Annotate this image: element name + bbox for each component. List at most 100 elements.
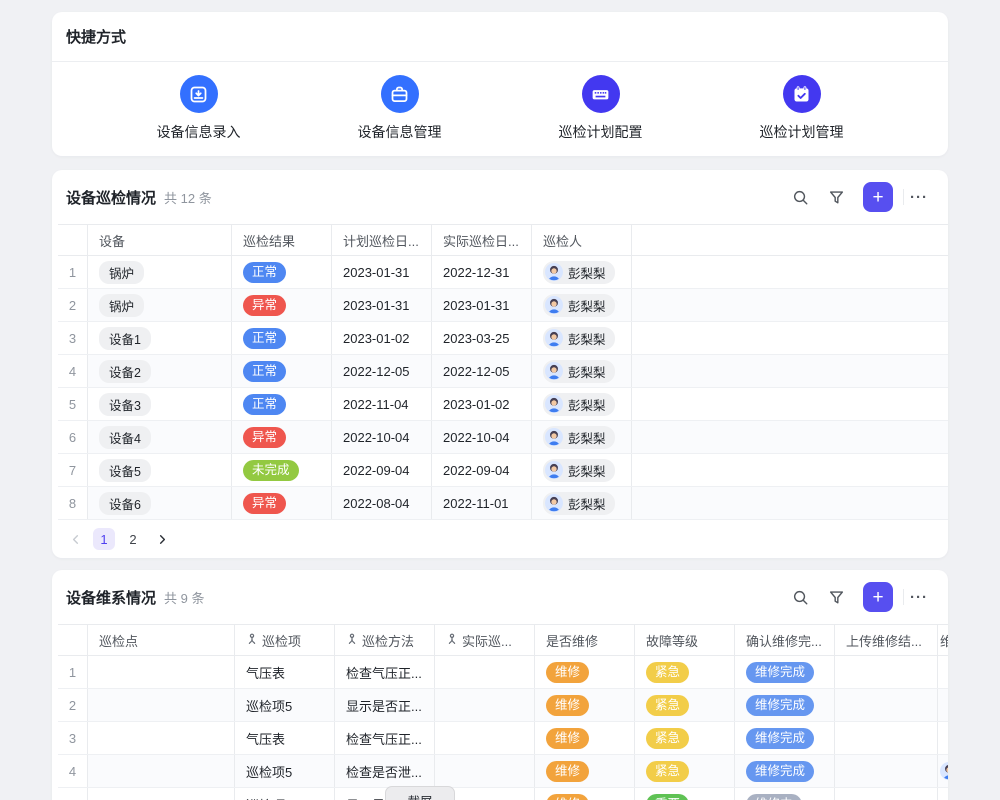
result-cell[interactable]: 异常 — [232, 487, 332, 519]
confirm-done-cell[interactable]: 维修完成 — [735, 656, 835, 688]
page-next-button[interactable] — [151, 528, 173, 550]
column-header-inspector[interactable]: 巡检人 — [532, 225, 632, 255]
column-header-planned-date[interactable]: 计划巡检日... — [332, 225, 432, 255]
shortcut-item-plan-config[interactable]: 巡检计划配置 — [521, 75, 681, 142]
column-header-need-repair[interactable]: 是否维修 — [535, 625, 635, 655]
column-header-actual[interactable]: 实际巡... — [435, 625, 535, 655]
inspector-cell[interactable]: 彭梨梨 — [532, 322, 632, 354]
column-header-device[interactable]: 设备 — [88, 225, 232, 255]
shortcut-item-device-entry[interactable]: 设备信息录入 — [119, 75, 279, 142]
device-cell[interactable]: 设备1 — [88, 322, 232, 354]
inspector-cell[interactable]: 彭梨梨 — [532, 256, 632, 288]
inspection-item-cell[interactable]: 气压表 — [235, 722, 335, 754]
actual-cell[interactable] — [435, 722, 535, 754]
table-row[interactable]: 4 设备2 正常 2022-12-05 2022-12-05 彭梨梨 — [58, 355, 948, 388]
inspector-cell[interactable]: 彭梨梨 — [532, 355, 632, 387]
table-row[interactable]: 1 锅炉 正常 2023-01-31 2022-12-31 彭梨梨 — [58, 256, 948, 289]
fault-level-cell[interactable]: 紧急 — [635, 755, 735, 787]
fault-level-cell[interactable]: 紧急 — [635, 722, 735, 754]
page-number[interactable]: 1 — [93, 528, 115, 550]
planned-date-cell[interactable]: 2023-01-02 — [332, 322, 432, 354]
inspection-point-cell[interactable] — [88, 722, 235, 754]
table-row[interactable]: 6 设备4 异常 2022-10-04 2022-10-04 彭梨梨 — [58, 421, 948, 454]
table-row[interactable]: 2 巡检项5 显示是否正... 维修 紧急 维修完成 — [58, 689, 948, 722]
device-cell[interactable]: 设备2 — [88, 355, 232, 387]
need-repair-cell[interactable]: 维修 — [535, 722, 635, 754]
planned-date-cell[interactable]: 2022-10-04 — [332, 421, 432, 453]
inspector-cell[interactable]: 彭梨梨 — [532, 454, 632, 486]
inspection-method-cell[interactable]: 检查气压正... — [335, 656, 435, 688]
confirm-done-cell[interactable]: 维修完成 — [735, 689, 835, 721]
page-number[interactable]: 2 — [122, 528, 144, 550]
fault-level-cell[interactable]: 紧急 — [635, 656, 735, 688]
clipped-cell[interactable] — [938, 788, 948, 800]
result-cell[interactable]: 正常 — [232, 256, 332, 288]
actual-cell[interactable] — [435, 689, 535, 721]
need-repair-cell[interactable]: 维修 — [535, 755, 635, 787]
upload-result-cell[interactable] — [835, 656, 938, 688]
actual-date-cell[interactable]: 2023-03-25 — [432, 322, 532, 354]
column-header-actual-date[interactable]: 实际巡检日... — [432, 225, 532, 255]
result-cell[interactable]: 正常 — [232, 388, 332, 420]
need-repair-cell[interactable]: 维修 — [535, 689, 635, 721]
table-row[interactable]: 5 设备3 正常 2022-11-04 2023-01-02 彭梨梨 — [58, 388, 948, 421]
planned-date-cell[interactable]: 2023-01-31 — [332, 289, 432, 321]
column-header-inspection-item[interactable]: 巡检项 — [235, 625, 335, 655]
column-header-result[interactable]: 巡检结果 — [232, 225, 332, 255]
inspection-point-cell[interactable] — [88, 788, 235, 800]
upload-result-cell[interactable] — [835, 689, 938, 721]
inspector-cell[interactable]: 彭梨梨 — [532, 388, 632, 420]
inspection-method-cell[interactable]: 检查是否泄... — [335, 755, 435, 787]
actual-date-cell[interactable]: 2022-09-04 — [432, 454, 532, 486]
confirm-done-cell[interactable]: 维修完成 — [735, 755, 835, 787]
column-header-inspection-point[interactable]: 巡检点 — [88, 625, 235, 655]
actual-date-cell[interactable]: 2022-12-05 — [432, 355, 532, 387]
clipped-cell[interactable] — [938, 722, 948, 754]
device-cell[interactable]: 锅炉 — [88, 289, 232, 321]
inspector-cell[interactable]: 彭梨梨 — [532, 289, 632, 321]
planned-date-cell[interactable]: 2022-09-04 — [332, 454, 432, 486]
actual-date-cell[interactable]: 2022-10-04 — [432, 421, 532, 453]
inspection-item-cell[interactable]: 巡检项5 — [235, 689, 335, 721]
table-row[interactable]: 3 气压表 检查气压正... 维修 紧急 维修完成 — [58, 722, 948, 755]
table-row[interactable]: 2 锅炉 异常 2023-01-31 2023-01-31 彭梨梨 — [58, 289, 948, 322]
column-header-confirm-done[interactable]: 确认维修完... — [735, 625, 835, 655]
clipped-cell[interactable] — [938, 755, 948, 787]
fault-level-cell[interactable]: 紧急 — [635, 689, 735, 721]
planned-date-cell[interactable]: 2022-11-04 — [332, 388, 432, 420]
fault-level-cell[interactable]: 重要 — [635, 788, 735, 800]
more-button[interactable]: ··· — [904, 189, 934, 206]
table-row[interactable]: 3 设备1 正常 2023-01-02 2023-03-25 彭梨梨 — [58, 322, 948, 355]
filter-button[interactable] — [821, 182, 851, 212]
inspector-cell[interactable]: 彭梨梨 — [532, 421, 632, 453]
result-cell[interactable]: 未完成 — [232, 454, 332, 486]
more-button[interactable]: ··· — [904, 589, 934, 606]
search-button[interactable] — [785, 582, 815, 612]
table-row[interactable]: 5 巡检项5 显示是否正... 维修 重要 维修中 — [58, 788, 948, 800]
clipped-cell[interactable] — [938, 689, 948, 721]
need-repair-cell[interactable]: 维修 — [535, 788, 635, 800]
inspection-item-cell[interactable]: 巡检项5 — [235, 755, 335, 787]
actual-date-cell[interactable]: 2023-01-02 — [432, 388, 532, 420]
actual-date-cell[interactable]: 2022-12-31 — [432, 256, 532, 288]
search-button[interactable] — [785, 182, 815, 212]
column-header-fault-level[interactable]: 故障等级 — [635, 625, 735, 655]
actual-cell[interactable] — [435, 656, 535, 688]
inspection-item-cell[interactable]: 巡检项5 — [235, 788, 335, 800]
upload-result-cell[interactable] — [835, 722, 938, 754]
inspector-cell[interactable]: 彭梨梨 — [532, 487, 632, 519]
table-row[interactable]: 4 巡检项5 检查是否泄... 维修 紧急 维修完成 — [58, 755, 948, 788]
device-cell[interactable]: 设备5 — [88, 454, 232, 486]
planned-date-cell[interactable]: 2022-08-04 — [332, 487, 432, 519]
result-cell[interactable]: 正常 — [232, 355, 332, 387]
clipped-cell[interactable] — [938, 656, 948, 688]
device-cell[interactable]: 设备6 — [88, 487, 232, 519]
inspection-point-cell[interactable] — [88, 656, 235, 688]
table-row[interactable]: 1 气压表 检查气压正... 维修 紧急 维修完成 — [58, 656, 948, 689]
device-cell[interactable]: 设备3 — [88, 388, 232, 420]
filter-button[interactable] — [821, 582, 851, 612]
inspection-point-cell[interactable] — [88, 689, 235, 721]
actual-date-cell[interactable]: 2023-01-31 — [432, 289, 532, 321]
device-cell[interactable]: 锅炉 — [88, 256, 232, 288]
result-cell[interactable]: 正常 — [232, 322, 332, 354]
